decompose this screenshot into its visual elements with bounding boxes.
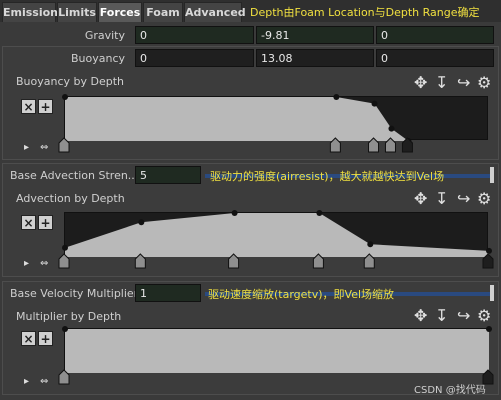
advection-annotation: 驱动力的强度(airresist)，越大就越快达到Vel场: [210, 170, 445, 183]
add-icon[interactable]: +: [38, 331, 53, 346]
add-icon[interactable]: +: [38, 215, 53, 230]
curve-icon[interactable]: ↪: [457, 190, 470, 208]
ramp-key-marker[interactable]: [58, 137, 70, 153]
curve-icon[interactable]: ↪: [457, 307, 470, 325]
gear-icon[interactable]: ⚙: [477, 307, 491, 325]
ramp-key-marker[interactable]: [482, 253, 494, 269]
gravity-x-field[interactable]: 0: [135, 26, 254, 44]
expand-icon[interactable]: ⇔: [40, 142, 48, 153]
play-icon[interactable]: ▸: [24, 376, 29, 387]
buoyancy-ramp[interactable]: [62, 94, 489, 144]
close-icon[interactable]: ×: [21, 99, 36, 114]
gear-icon[interactable]: ⚙: [477, 74, 491, 92]
ramp-point[interactable]: [367, 241, 374, 248]
ramp-point[interactable]: [333, 94, 340, 100]
gravity-label: Gravity: [84, 29, 125, 42]
close-icon[interactable]: ×: [21, 215, 36, 230]
buoyancy-y-field[interactable]: 13.08: [256, 49, 374, 67]
ramp-point[interactable]: [62, 94, 68, 100]
move-icon[interactable]: ✥: [414, 307, 427, 325]
advection-slider-handle[interactable]: [490, 167, 494, 183]
ramp-point[interactable]: [62, 244, 68, 251]
tab-bar: Emission Limits Forces Foam Advanced Dep…: [0, 0, 501, 22]
buoyancy-ramp-markers[interactable]: [56, 137, 496, 158]
ramp-fill: [65, 213, 489, 257]
ramp-fill: [65, 97, 489, 141]
velocity-annotation: 驱动速度缩放(targetv)，即Vel场缩放: [208, 288, 395, 301]
ramp-key-marker[interactable]: [368, 137, 380, 153]
ramp-point[interactable]: [138, 219, 145, 226]
advection-field[interactable]: 5: [135, 166, 201, 184]
gear-icon[interactable]: ⚙: [477, 190, 491, 208]
gravity-y-field[interactable]: -9.81: [256, 26, 374, 44]
ramp-key-marker[interactable]: [363, 253, 375, 269]
expand-icon[interactable]: ⇔: [40, 376, 48, 387]
tab-advanced[interactable]: Advanced: [184, 2, 246, 22]
ramp-key-marker[interactable]: [384, 137, 396, 153]
advection-ramp-title: Advection by Depth: [16, 192, 125, 205]
gravity-z-field[interactable]: 0: [376, 26, 494, 44]
ramp-point[interactable]: [316, 210, 323, 216]
tab-limits[interactable]: Limits: [57, 2, 97, 22]
tab-annotation: Depth由Foam Location与Depth Range确定: [250, 6, 480, 19]
close-icon[interactable]: ×: [21, 331, 36, 346]
ramp-point[interactable]: [388, 125, 395, 132]
move-icon[interactable]: ✥: [414, 74, 427, 92]
add-icon[interactable]: +: [38, 99, 53, 114]
play-icon[interactable]: ▸: [24, 142, 29, 153]
arrow-icon[interactable]: ↧: [435, 74, 448, 92]
tab-foam[interactable]: Foam: [143, 2, 183, 22]
ramp-point[interactable]: [486, 247, 492, 254]
velocity-label: Base Velocity Multiplier: [10, 287, 139, 300]
tab-emission[interactable]: Emission: [2, 2, 58, 22]
ramp-key-marker[interactable]: [329, 137, 341, 153]
ramp-key-marker[interactable]: [401, 137, 413, 153]
tab-forces[interactable]: Forces: [98, 2, 142, 22]
buoyancy-label: Buoyancy: [70, 52, 125, 65]
ramp-key-marker[interactable]: [58, 253, 70, 269]
buoyancy-x-field[interactable]: 0: [135, 49, 254, 67]
ramp-point[interactable]: [371, 100, 378, 107]
move-icon[interactable]: ✥: [414, 190, 427, 208]
arrow-icon[interactable]: ↧: [435, 307, 448, 325]
ramp-point[interactable]: [231, 210, 238, 216]
advection-ramp[interactable]: [62, 210, 492, 257]
velocity-field[interactable]: 1: [135, 284, 201, 302]
velocity-slider-handle[interactable]: [490, 285, 494, 301]
ramp-fill: [65, 329, 489, 373]
arrow-icon[interactable]: ↧: [435, 190, 448, 208]
ramp-key-marker[interactable]: [228, 253, 240, 269]
buoyancy-ramp-title: Buoyancy by Depth: [16, 75, 125, 88]
ramp-key-marker[interactable]: [312, 253, 324, 269]
watermark: CSDN @找代码: [414, 385, 486, 396]
curve-icon[interactable]: ↪: [457, 74, 470, 92]
advection-ramp-markers[interactable]: [56, 253, 496, 274]
ramp-key-marker[interactable]: [58, 369, 70, 385]
velocity-ramp[interactable]: [62, 326, 492, 373]
expand-icon[interactable]: ⇔: [40, 258, 48, 269]
ramp-point[interactable]: [62, 326, 68, 332]
play-icon[interactable]: ▸: [24, 258, 29, 269]
velocity-ramp-title: Multiplier by Depth: [16, 310, 122, 323]
ramp-key-marker[interactable]: [134, 253, 146, 269]
buoyancy-z-field[interactable]: 0: [376, 49, 494, 67]
advection-label: Base Advection Stren...: [10, 169, 139, 182]
ramp-point[interactable]: [486, 326, 492, 332]
